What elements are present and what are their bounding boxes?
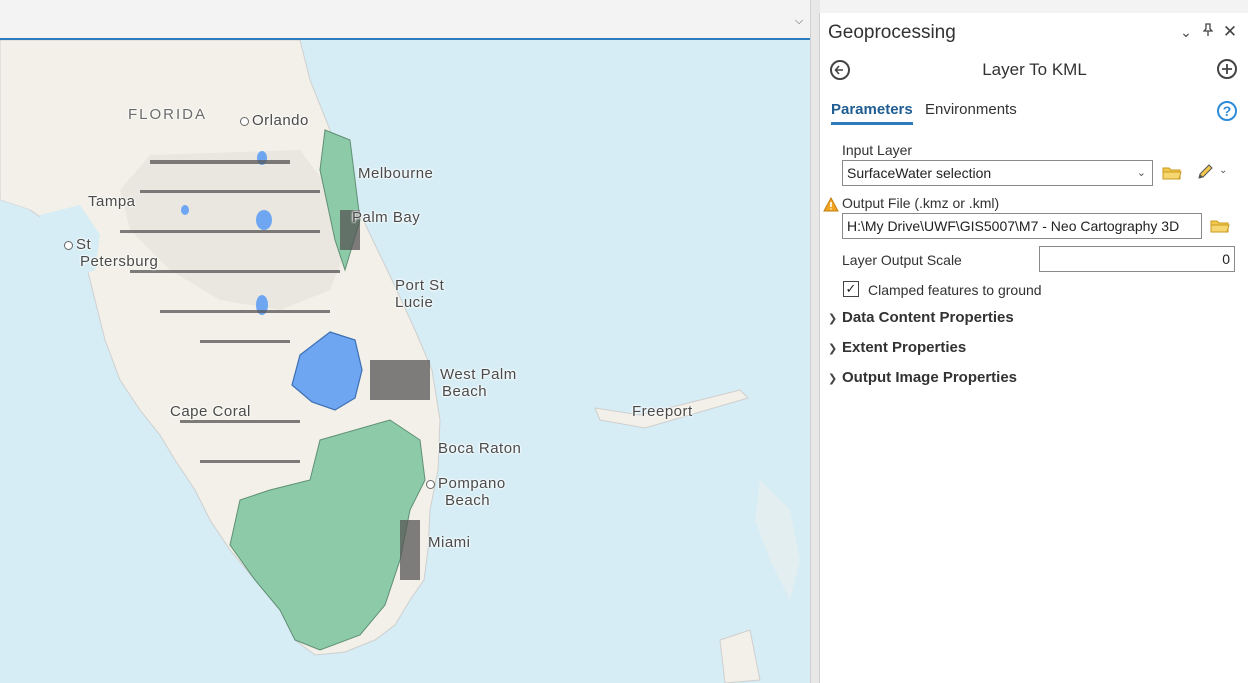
city-dot-icon bbox=[240, 116, 249, 126]
section-data-content[interactable]: ❯ Data Content Properties bbox=[828, 309, 1014, 326]
label-st-petersburg-2: Petersburg bbox=[80, 253, 159, 270]
label-melbourne: Melbourne bbox=[358, 165, 434, 182]
label-miami: Miami bbox=[428, 534, 471, 551]
tool-title: Layer To KML bbox=[982, 60, 1087, 79]
city-dot-icon bbox=[64, 240, 73, 250]
pencil-icon[interactable] bbox=[1196, 164, 1216, 180]
tab-dropdown-icon[interactable]: ⌵ bbox=[792, 14, 806, 28]
lake-small-2 bbox=[256, 210, 272, 230]
label-west-palm-1: West Palm bbox=[440, 366, 517, 383]
label-palm-bay: Palm Bay bbox=[352, 209, 421, 226]
input-layer-value: SurfaceWater selection bbox=[847, 165, 992, 181]
add-icon[interactable] bbox=[1217, 59, 1237, 79]
map-tab-strip: ⌵ bbox=[0, 0, 812, 40]
warning-icon bbox=[823, 197, 839, 212]
section-label: Data Content Properties bbox=[842, 309, 1014, 326]
label-st-petersburg-1: St bbox=[64, 236, 91, 253]
chevron-right-icon: ❯ bbox=[828, 373, 838, 385]
section-label: Output Image Properties bbox=[842, 369, 1018, 386]
label-tampa: Tampa bbox=[88, 193, 136, 210]
map-canvas bbox=[0, 40, 800, 683]
chevron-right-icon: ❯ bbox=[828, 313, 838, 325]
chevron-right-icon: ❯ bbox=[828, 343, 838, 355]
label-port-st-lucie-1: Port St bbox=[395, 277, 445, 294]
label-freeport: Freeport bbox=[632, 403, 693, 420]
section-label: Extent Properties bbox=[842, 339, 967, 356]
output-file-label: Output File (.kmz or .kml) bbox=[842, 195, 1000, 211]
bahama-small-2 bbox=[719, 629, 761, 683]
clamped-label: Clamped features to ground bbox=[868, 282, 1042, 298]
output-file-input[interactable]: H:\My Drive\UWF\GIS5007\M7 - Neo Cartogr… bbox=[842, 213, 1202, 239]
section-extent[interactable]: ❯ Extent Properties bbox=[828, 339, 966, 356]
pane-title: Geoprocessing bbox=[828, 22, 956, 43]
output-scale-label: Layer Output Scale bbox=[842, 252, 962, 268]
label-west-palm-2: Beach bbox=[442, 383, 488, 400]
lake-small-4 bbox=[181, 205, 189, 215]
close-icon[interactable]: ✕ bbox=[1222, 23, 1238, 41]
clamped-checkbox[interactable]: ✓ bbox=[843, 281, 859, 297]
label-st-text: St bbox=[76, 236, 92, 253]
tab-environments[interactable]: Environments bbox=[925, 101, 1017, 122]
help-icon[interactable]: ? bbox=[1217, 101, 1237, 121]
browse-folder-icon[interactable] bbox=[1210, 218, 1230, 234]
input-layer-label: Input Layer bbox=[842, 142, 913, 158]
pane-options-chevron-icon[interactable]: ⌄ bbox=[1178, 23, 1194, 41]
section-output-image[interactable]: ❯ Output Image Properties bbox=[828, 369, 1017, 386]
label-port-st-lucie-2: Lucie bbox=[395, 294, 434, 311]
label-pompano-text: Pompano bbox=[438, 475, 506, 492]
tab-parameters[interactable]: Parameters bbox=[831, 101, 913, 125]
bahama-small-1 bbox=[755, 480, 800, 600]
chevron-down-icon: ⌄ bbox=[1136, 167, 1146, 179]
geoprocessing-pane: Geoprocessing ⌄ ✕ Layer To KML Parameter… bbox=[819, 13, 1248, 683]
label-boca-raton: Boca Raton bbox=[438, 440, 522, 457]
output-scale-input[interactable]: 0 bbox=[1039, 246, 1235, 272]
label-cape-coral: Cape Coral bbox=[170, 403, 251, 420]
map-view[interactable]: FLORIDA Orlando Melbourne Tampa Palm Bay… bbox=[0, 40, 812, 683]
label-pompano-1: Pompano bbox=[426, 475, 506, 492]
folder-icon[interactable] bbox=[1162, 165, 1182, 181]
label-pompano-2: Beach bbox=[445, 492, 491, 509]
label-florida: FLORIDA bbox=[128, 106, 208, 123]
input-layer-select[interactable]: SurfaceWater selection ⌄ bbox=[842, 160, 1153, 186]
label-orlando: Orlando bbox=[240, 112, 309, 129]
pencil-dropdown-chevron-icon[interactable]: ⌄ bbox=[1219, 165, 1227, 176]
label-orlando-text: Orlando bbox=[252, 112, 309, 129]
city-dot-icon bbox=[426, 479, 435, 489]
pin-icon[interactable] bbox=[1200, 23, 1216, 41]
